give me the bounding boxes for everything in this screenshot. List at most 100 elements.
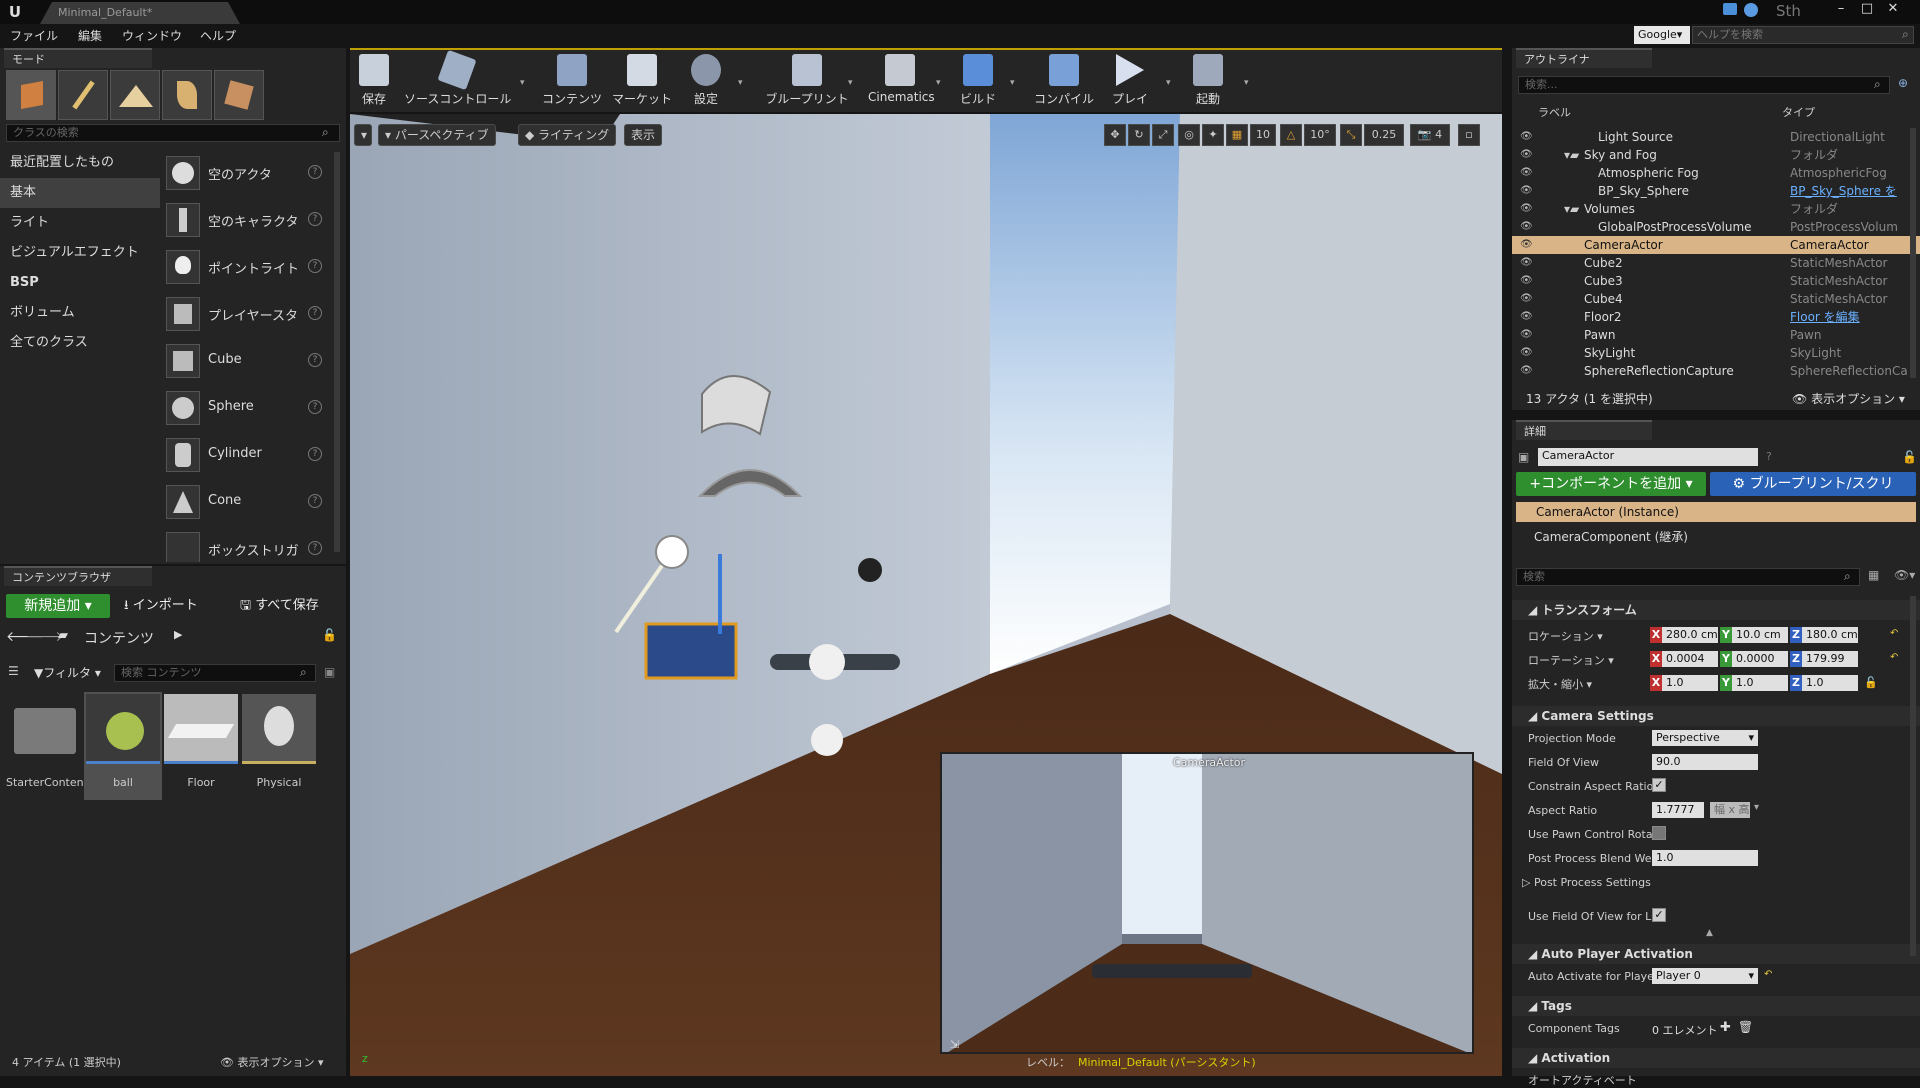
- outliner-row-floor2[interactable]: 👁 Floor2 Floor を編集: [1512, 308, 1920, 326]
- settings-button[interactable]: 設定: [686, 54, 726, 112]
- reset-arrow-icon[interactable]: ↶: [1890, 652, 1898, 663]
- category-volumes[interactable]: ボリューム: [0, 298, 160, 328]
- help-icon[interactable]: ?: [1766, 450, 1772, 463]
- reset-arrow-icon[interactable]: ↶: [1890, 628, 1898, 639]
- aspect-ratio-field[interactable]: 1.7777: [1652, 802, 1704, 818]
- world-icon[interactable]: ◎: [1178, 124, 1200, 146]
- section-auto-player-activation[interactable]: ◢ Auto Player Activation: [1512, 944, 1920, 964]
- chevron-down-icon[interactable]: ▾: [936, 78, 941, 88]
- import-button[interactable]: ⭳ インポート: [124, 594, 198, 618]
- scale-icon[interactable]: ⤢: [1152, 124, 1174, 146]
- chevron-down-icon[interactable]: ▾: [1010, 78, 1015, 88]
- outliner-view-options[interactable]: 👁 表示オプション ▾: [1792, 390, 1905, 407]
- trash-icon[interactable]: 🗑: [1738, 1020, 1753, 1034]
- details-tab[interactable]: 詳細: [1516, 420, 1652, 440]
- section-transform[interactable]: ◢ トランスフォーム: [1512, 600, 1920, 620]
- scale-z-field[interactable]: 1.0: [1802, 675, 1858, 691]
- eye-icon[interactable]: 👁: [1520, 308, 1533, 326]
- chevron-down-icon[interactable]: ▾: [520, 78, 525, 88]
- angle-size-value[interactable]: 10°: [1304, 124, 1336, 146]
- scale-y-field[interactable]: 1.0: [1732, 675, 1788, 691]
- play-button[interactable]: プレイ: [1108, 54, 1152, 112]
- blueprint-script-button[interactable]: ⚙ ブループリント/スクリ: [1710, 472, 1916, 496]
- chevron-down-icon[interactable]: ▾: [1166, 78, 1171, 88]
- chevron-down-icon[interactable]: ▾: [1754, 802, 1759, 813]
- place-item-point-light[interactable]: ポイントライト?: [162, 244, 332, 289]
- path-crumb[interactable]: コンテンツ: [84, 628, 154, 648]
- place-item-cylinder[interactable]: Cylinder?: [162, 432, 332, 477]
- outliner-row-light-source[interactable]: 👁 Light Source DirectionalLight: [1512, 128, 1920, 146]
- lock-icon[interactable]: 🔓: [322, 628, 337, 642]
- outliner-row-bp-sky-sphere[interactable]: 👁 BP_Sky_Sphere BP_Sky_Sphere を: [1512, 182, 1920, 200]
- eye-icon[interactable]: 👁: [1520, 344, 1533, 362]
- outliner-search-input[interactable]: 検索...: [1518, 76, 1890, 94]
- outliner-row-cube4[interactable]: 👁 Cube4 StaticMeshActor: [1512, 290, 1920, 308]
- search-engine-select[interactable]: Google▾: [1634, 26, 1690, 44]
- outliner-row-global-post-process[interactable]: 👁 GlobalPostProcessVolume PostProcessVolum: [1512, 218, 1920, 236]
- scale-size-value[interactable]: 0.25: [1364, 124, 1404, 146]
- help-icon[interactable]: ?: [308, 259, 322, 273]
- sources-toggle-icon[interactable]: ☰: [8, 664, 19, 678]
- compile-button[interactable]: コンパイル: [1032, 54, 1096, 112]
- help-icon[interactable]: ?: [308, 494, 322, 508]
- add-element-icon[interactable]: ✚: [1720, 1020, 1731, 1035]
- outliner-row-camera-actor[interactable]: 👁 CameraActor CameraActor: [1512, 236, 1920, 254]
- outliner-row-sky-and-fog[interactable]: 👁 ▾▰ Sky and Fog フォルダ: [1512, 146, 1920, 164]
- help-icon[interactable]: ?: [308, 400, 322, 414]
- column-label-header[interactable]: ラベル: [1538, 104, 1571, 120]
- chevron-down-icon[interactable]: ▾: [1244, 78, 1249, 88]
- outliner-row-volumes[interactable]: 👁 ▾▰ Volumes フォルダ: [1512, 200, 1920, 218]
- outliner-row-atmospheric-fog[interactable]: 👁 Atmospheric Fog AtmosphericFog: [1512, 164, 1920, 182]
- level-tab[interactable]: Minimal_Default*: [40, 2, 240, 24]
- viewport-menu-button[interactable]: ▾: [354, 124, 372, 146]
- help-icon[interactable]: ?: [308, 306, 322, 320]
- notification-icon[interactable]: [1723, 3, 1737, 15]
- eye-icon[interactable]: 👁: [1520, 200, 1533, 218]
- collapse-advanced-icon[interactable]: ▲: [1706, 928, 1713, 938]
- outliner-row-cube3[interactable]: 👁 Cube3 StaticMeshActor: [1512, 272, 1920, 290]
- help-icon[interactable]: ?: [308, 447, 322, 461]
- place-item-empty-actor[interactable]: 空のアクタ?: [162, 150, 332, 195]
- asset-physical[interactable]: Physical: [240, 692, 318, 800]
- place-item-sphere[interactable]: Sphere?: [162, 385, 332, 430]
- pin-icon[interactable]: ⇲: [950, 1038, 959, 1051]
- outliner-row-cube2[interactable]: 👁 Cube2 StaticMeshActor: [1512, 254, 1920, 272]
- show-button[interactable]: 表示: [624, 124, 663, 146]
- marketplace-icon[interactable]: [1744, 3, 1758, 17]
- launch-button[interactable]: 起動: [1186, 54, 1230, 112]
- menu-edit[interactable]: 編集: [78, 27, 102, 44]
- post-process-blend-field[interactable]: 1.0: [1652, 850, 1758, 866]
- outliner-tab[interactable]: アウトライナ: [1516, 48, 1652, 68]
- cinematics-button[interactable]: Cinematics: [868, 54, 935, 112]
- perspective-button[interactable]: ▾ パースペクティブ: [378, 124, 496, 146]
- location-y-field[interactable]: 10.0 cm: [1732, 627, 1788, 643]
- save-all-button[interactable]: 🖫 すべて保存: [240, 594, 319, 618]
- surface-snap-icon[interactable]: ✦: [1202, 124, 1224, 146]
- source-control-button[interactable]: ソースコントロール: [404, 49, 511, 112]
- location-x-field[interactable]: 280.0 cm: [1662, 627, 1718, 643]
- section-tags[interactable]: ◢ Tags: [1512, 996, 1920, 1016]
- place-item-cube[interactable]: Cube?: [162, 338, 332, 383]
- constrain-aspect-checkbox[interactable]: ✓: [1652, 778, 1666, 792]
- grid-size-value[interactable]: 10: [1250, 124, 1276, 146]
- outliner-row-skylight[interactable]: 👁 SkyLight SkyLight: [1512, 344, 1920, 362]
- place-item-box-trigger[interactable]: ボックストリガ?: [162, 526, 332, 562]
- eye-icon[interactable]: 👁: [1520, 254, 1533, 272]
- details-scrollbar[interactable]: [1910, 596, 1916, 956]
- content-search-input[interactable]: 検索 コンテンツ: [114, 664, 316, 682]
- content-browser-tab[interactable]: コンテンツブラウザ: [4, 566, 152, 586]
- filter-button[interactable]: ▼フィルタ ▾: [34, 664, 101, 681]
- level-viewport[interactable]: z ▾ ▾ パースペクティブ ◆ ライティング 表示 ✥ ↻ ⤢ ◎ ✦ ▦ 1…: [350, 114, 1502, 1076]
- save-search-icon[interactable]: ▣: [324, 665, 335, 679]
- rotation-y-field[interactable]: 0.0000: [1732, 651, 1788, 667]
- eye-icon[interactable]: 👁: [1520, 128, 1533, 146]
- property-matrix-icon[interactable]: ▦: [1868, 568, 1879, 582]
- menu-file[interactable]: ファイル: [10, 27, 58, 44]
- location-label[interactable]: ロケーション ▾: [1528, 628, 1603, 644]
- section-camera-settings[interactable]: ◢ Camera Settings: [1512, 706, 1920, 726]
- place-mode-icon[interactable]: [6, 70, 56, 120]
- category-recent[interactable]: 最近配置したもの: [0, 148, 160, 178]
- category-bsp[interactable]: BSP: [0, 268, 160, 298]
- eye-icon[interactable]: 👁: [1520, 146, 1533, 164]
- help-icon[interactable]: ?: [308, 541, 322, 555]
